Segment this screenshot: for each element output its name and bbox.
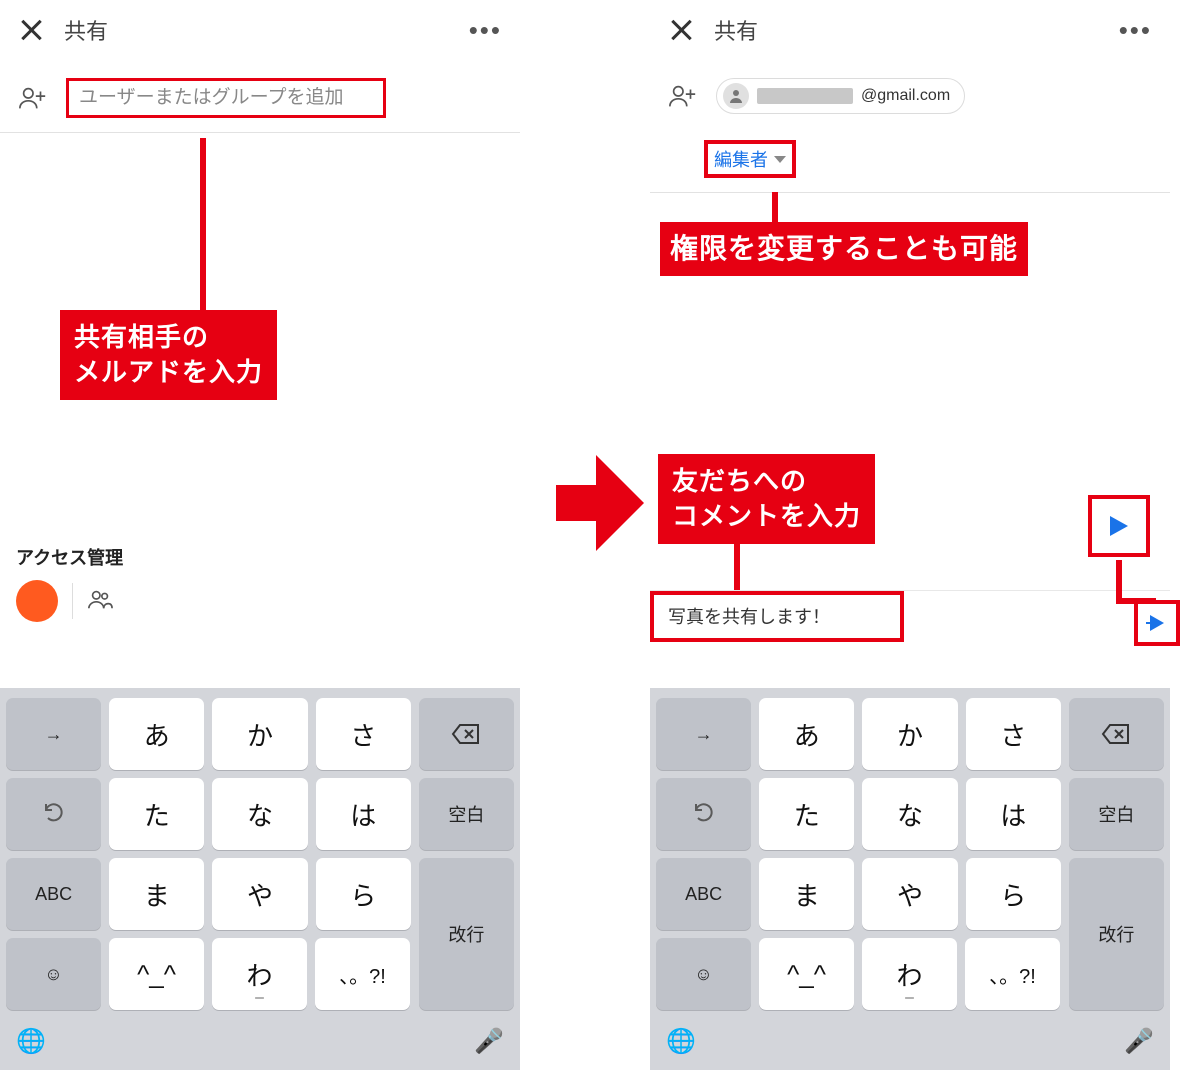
keyboard: → あ か さ た な は 空白 ABC ま や ら 改行 ☺ ^_^ わー 、… <box>650 688 1170 1070</box>
send-icon <box>1150 615 1164 631</box>
more-icon[interactable]: ••• <box>469 15 502 46</box>
keyboard: → あ か さ た な は 空白 ABC ま や ら 改行 ☺ ^_^ わー 、… <box>0 688 520 1070</box>
key-emo-face[interactable]: ^_^ <box>759 938 854 1010</box>
mic-icon[interactable]: 🎤 <box>474 1027 504 1056</box>
close-icon[interactable] <box>18 17 44 43</box>
connector-line <box>734 540 740 592</box>
key-wa[interactable]: わー <box>212 938 307 1010</box>
add-person-icon <box>18 86 48 110</box>
key-ya[interactable]: や <box>212 858 307 930</box>
key-ya[interactable]: や <box>862 858 957 930</box>
key-delete[interactable] <box>1069 698 1164 770</box>
key-tab[interactable]: → <box>656 698 751 770</box>
recipient-input-outline <box>66 78 386 118</box>
role-dropdown[interactable]: 編集者 <box>704 140 796 178</box>
connector-line <box>772 192 778 222</box>
message-input-outline <box>650 591 904 642</box>
connector-line <box>1116 560 1122 600</box>
avatar-icon <box>723 83 749 109</box>
key-punct[interactable]: 、。?! <box>965 938 1060 1010</box>
recipient-chip[interactable]: @gmail.com <box>716 78 965 114</box>
key-na[interactable]: な <box>862 778 957 850</box>
redacted-name <box>757 88 853 104</box>
key-abc[interactable]: ABC <box>656 858 751 930</box>
key-ta[interactable]: た <box>759 778 854 850</box>
key-a[interactable]: あ <box>759 698 854 770</box>
key-ra[interactable]: ら <box>316 858 411 930</box>
key-undo[interactable] <box>656 778 751 850</box>
more-icon[interactable]: ••• <box>1119 15 1152 46</box>
key-return[interactable]: 改行 <box>1069 858 1164 1010</box>
close-icon[interactable] <box>668 17 694 43</box>
key-emoji[interactable]: ☺ <box>656 938 751 1010</box>
divider <box>72 583 73 619</box>
access-row <box>16 580 113 622</box>
callout-recipient: 共有相手の メルアドを入力 <box>60 310 277 400</box>
key-ka[interactable]: か <box>862 698 957 770</box>
key-ma[interactable]: ま <box>759 858 854 930</box>
key-return[interactable]: 改行 <box>419 858 514 1010</box>
globe-icon[interactable]: 🌐 <box>16 1027 46 1056</box>
add-person-icon <box>668 84 698 108</box>
role-label: 編集者 <box>714 146 768 172</box>
mic-icon[interactable]: 🎤 <box>1124 1027 1154 1056</box>
key-delete[interactable] <box>419 698 514 770</box>
key-space[interactable]: 空白 <box>419 778 514 850</box>
key-tab[interactable]: → <box>6 698 101 770</box>
chevron-down-icon <box>774 156 786 163</box>
message-input[interactable] <box>668 605 886 626</box>
key-ma[interactable]: ま <box>109 858 204 930</box>
connector-line <box>200 138 206 318</box>
key-undo[interactable] <box>6 778 101 850</box>
key-abc[interactable]: ABC <box>6 858 101 930</box>
access-heading: アクセス管理 <box>16 544 123 570</box>
send-icon[interactable] <box>1110 516 1128 536</box>
recipient-input[interactable] <box>79 87 373 109</box>
left-pane: 共有 ••• 共有相手の メルアドを入力 アクセス管理 → あ か さ た <box>0 0 520 1070</box>
flow-arrow-icon <box>556 455 646 551</box>
globe-icon[interactable]: 🌐 <box>666 1027 696 1056</box>
callout-comment: 友だちへの コメントを入力 <box>658 454 875 544</box>
page-title: 共有 <box>714 14 758 46</box>
avatar[interactable] <box>16 580 58 622</box>
key-sa[interactable]: さ <box>966 698 1061 770</box>
key-a[interactable]: あ <box>109 698 204 770</box>
key-space[interactable]: 空白 <box>1069 778 1164 850</box>
key-wa[interactable]: わー <box>862 938 957 1010</box>
key-ha[interactable]: は <box>316 778 411 850</box>
send-button[interactable] <box>1134 600 1180 646</box>
callout-role: 権限を変更することも可能 <box>660 222 1028 276</box>
chip-domain: @gmail.com <box>861 87 950 105</box>
key-na[interactable]: な <box>212 778 307 850</box>
header: 共有 ••• <box>0 0 520 60</box>
key-emo-face[interactable]: ^_^ <box>109 938 204 1010</box>
add-person-row <box>0 60 520 133</box>
page-title: 共有 <box>64 14 108 46</box>
add-person-row: @gmail.com <box>650 60 1170 128</box>
key-punct[interactable]: 、。?! <box>315 938 410 1010</box>
message-row <box>650 590 1170 642</box>
header: 共有 ••• <box>650 0 1170 60</box>
group-icon[interactable] <box>87 588 113 615</box>
key-emoji[interactable]: ☺ <box>6 938 101 1010</box>
key-ta[interactable]: た <box>109 778 204 850</box>
key-ka[interactable]: か <box>212 698 307 770</box>
key-ha[interactable]: は <box>966 778 1061 850</box>
send-button-highlight <box>1088 495 1150 557</box>
key-sa[interactable]: さ <box>316 698 411 770</box>
key-ra[interactable]: ら <box>966 858 1061 930</box>
